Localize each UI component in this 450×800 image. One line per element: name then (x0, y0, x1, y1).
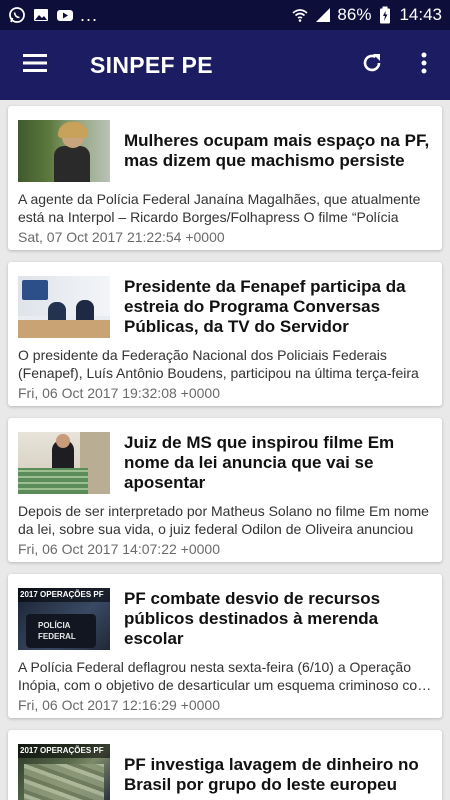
news-summary: O presidente da Federação Nacional dos P… (18, 347, 419, 381)
news-title: Mulheres ocupam mais espaço na PF, mas d… (124, 131, 430, 170)
news-card-header: Presidente da Fenapef participa da estre… (8, 262, 442, 344)
news-card-header: 2017 OPERAÇÕES PF PF investiga lavagem d… (8, 730, 442, 800)
news-thumbnail (18, 120, 110, 182)
refresh-icon (361, 52, 383, 79)
news-date: Fri, 06 Oct 2017 12:16:29 +0000 (18, 697, 220, 713)
news-date: Fri, 06 Oct 2017 14:07:22 +0000 (18, 541, 220, 557)
thumbnail-caption: 2017 OPERAÇÕES PF (18, 588, 110, 602)
news-card[interactable]: Mulheres ocupam mais espaço na PF, mas d… (8, 106, 442, 250)
refresh-button[interactable] (346, 30, 398, 100)
more-notifications: ... (80, 5, 99, 25)
news-summary: A Polícia Federal deflagrou nesta sexta-… (18, 659, 432, 693)
status-bar: ... 86% 14:43 (0, 0, 450, 30)
news-card[interactable]: 2017 OPERAÇÕES PF POLÍCIA FEDERAL PF com… (8, 574, 442, 718)
youtube-icon (56, 6, 74, 24)
battery-percent: 86% (337, 5, 372, 24)
news-card-header: Juiz de MS que inspirou filme Em nome da… (8, 418, 442, 500)
news-summary: A agente da Polícia Federal Janaína Maga… (18, 191, 421, 225)
whatsapp-icon (8, 6, 26, 24)
app-title: SINPEF PE (90, 51, 213, 78)
battery-icon (376, 6, 394, 24)
thumbnail-caption: 2017 OPERAÇÕES PF (18, 744, 110, 758)
menu-button[interactable] (0, 30, 70, 100)
overflow-menu-button[interactable] (398, 30, 450, 100)
news-card[interactable]: 2017 OPERAÇÕES PF PF investiga lavagem d… (8, 730, 442, 800)
news-card[interactable]: Juiz de MS que inspirou filme Em nome da… (8, 418, 442, 562)
news-summary: Depois de ser interpretado por Matheus S… (18, 503, 429, 537)
news-date: Fri, 06 Oct 2017 19:32:08 +0000 (18, 385, 220, 401)
news-feed[interactable]: Mulheres ocupam mais espaço na PF, mas d… (0, 100, 450, 800)
news-title: Juiz de MS que inspirou filme Em nome da… (124, 433, 395, 492)
wifi-icon (291, 6, 309, 24)
more-vert-icon (421, 52, 427, 79)
thumbnail-text: POLÍCIA FEDERAL (26, 614, 96, 648)
hamburger-menu-icon (23, 53, 47, 78)
news-thumbnail: 2017 OPERAÇÕES PF (18, 744, 110, 800)
news-card[interactable]: Presidente da Fenapef participa da estre… (8, 262, 442, 406)
news-title: PF investiga lavagem de dinheiro no Bras… (124, 755, 419, 794)
news-title: Presidente da Fenapef participa da estre… (124, 277, 406, 336)
news-card-header: 2017 OPERAÇÕES PF POLÍCIA FEDERAL PF com… (8, 574, 442, 656)
system-indicators: 86% 14:43 (291, 5, 442, 25)
news-card-header: Mulheres ocupam mais espaço na PF, mas d… (8, 106, 442, 188)
notification-icons: ... (8, 6, 98, 24)
news-thumbnail (18, 432, 110, 494)
app-bar: SINPEF PE (0, 30, 450, 100)
news-title: PF combate desvio de recursos públicos d… (124, 589, 381, 648)
gallery-icon (32, 6, 50, 24)
signal-icon (314, 6, 332, 24)
clock: 14:43 (399, 5, 442, 24)
news-thumbnail: 2017 OPERAÇÕES PF POLÍCIA FEDERAL (18, 588, 110, 650)
news-date: Sat, 07 Oct 2017 21:22:54 +0000 (18, 229, 225, 245)
news-thumbnail (18, 276, 110, 338)
